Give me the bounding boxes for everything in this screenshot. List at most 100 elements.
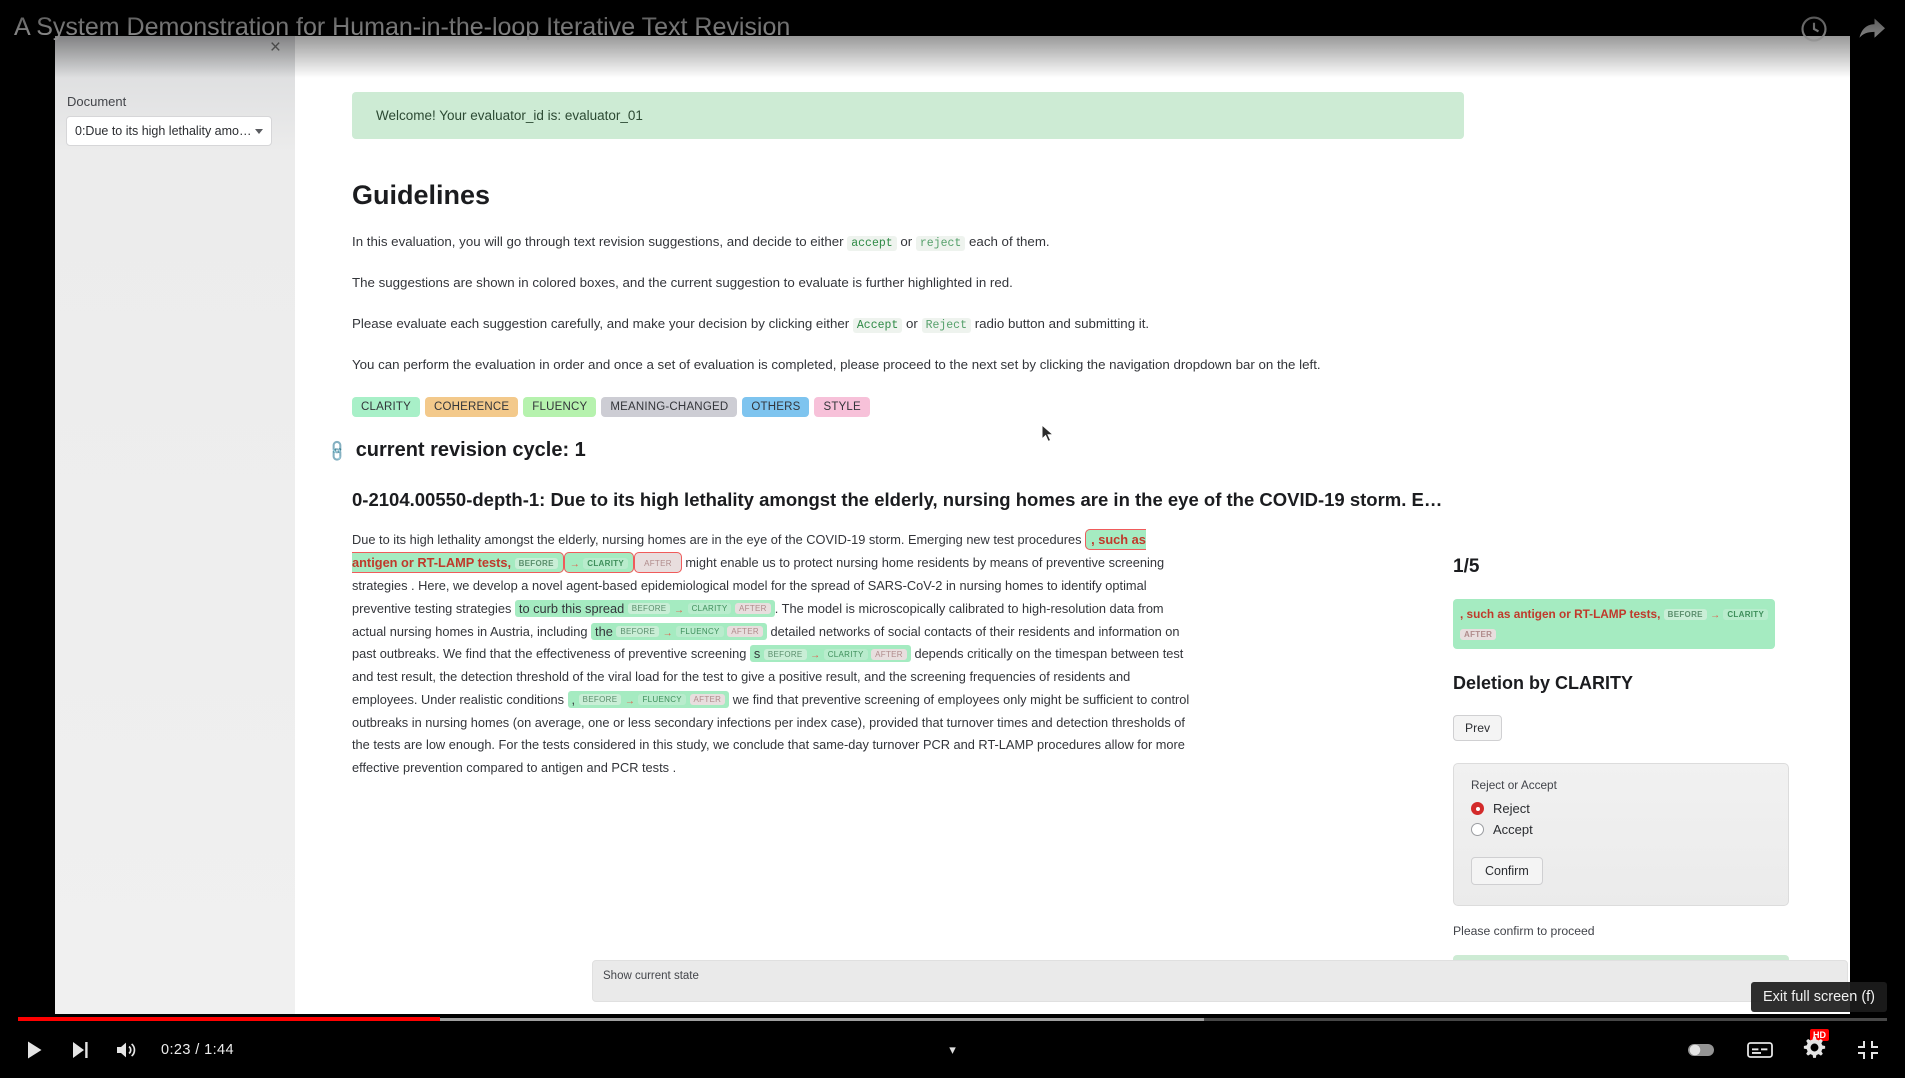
document-body: Due to its high lethality amongst the el… — [352, 529, 1190, 779]
autoplay-toggle-icon[interactable] — [1686, 1040, 1718, 1060]
current-suggestion-clarity-box[interactable]: → CLARITY — [563, 552, 635, 574]
tag-after-3: AFTER — [727, 626, 763, 638]
tag-clarity-2: CLARITY — [687, 603, 732, 615]
document-selector-label: Document — [67, 94, 127, 109]
badge-others: OTHERS — [742, 397, 810, 418]
next-video-icon[interactable] — [68, 1038, 92, 1062]
suggestion-highlight-2[interactable]: to curb this spread BEFORE → CLARITY AFT… — [514, 599, 775, 617]
tag-fluency-3: FLUENCY — [676, 626, 724, 638]
radio-option-accept[interactable]: Accept — [1471, 822, 1771, 837]
badge-style: STYLE — [814, 397, 870, 418]
suggestion-preview-box: , such as antigen or RT-LAMP tests, BEFO… — [1453, 599, 1776, 650]
badge-coherence: COHERENCE — [424, 397, 519, 418]
accept-code-chip-2: Accept — [852, 317, 903, 333]
suggestion-highlight-5[interactable]: , BEFORE → FLUENCY AFTER — [567, 690, 730, 708]
gp1-or: or — [900, 234, 913, 249]
tag-after-1: AFTER — [640, 557, 676, 569]
revision-cycle-title: current revision cycle: 1 — [355, 439, 586, 462]
arrow-right-icon-1: → — [569, 559, 580, 571]
fullscreen-tooltip: Exit full screen (f) — [1751, 982, 1887, 1012]
settings-gear-icon[interactable] — [1802, 1035, 1827, 1060]
show-current-state-panel[interactable]: Show current state — [592, 960, 1848, 1002]
radio-option-reject[interactable]: Reject — [1471, 801, 1771, 816]
tag-before-2: BEFORE — [627, 603, 671, 615]
mouse-cursor-icon — [1041, 424, 1055, 443]
gp1-text-b: each of them. — [969, 234, 1050, 249]
time-display: 0:23 / 1:44 — [161, 1042, 234, 1058]
accept-code-chip: accept — [847, 236, 897, 251]
tag-before-5: BEFORE — [578, 694, 622, 706]
arrow-right-icon-2: → — [674, 604, 685, 616]
gp3-text-b: radio button and submitting it. — [974, 315, 1150, 331]
tag-before-3: BEFORE — [616, 626, 660, 638]
operation-heading: Deletion by CLARITY — [1453, 673, 1634, 694]
radio-reject-label: Reject — [1493, 801, 1530, 817]
prev-button[interactable]: Prev — [1453, 715, 1503, 742]
share-icon[interactable] — [1857, 14, 1887, 44]
suggestion-text-5: , — [571, 691, 576, 707]
gp3-text-a: Please evaluate each suggestion carefull… — [352, 315, 850, 331]
radio-reject-indicator[interactable] — [1471, 802, 1484, 816]
tag-after-2: AFTER — [735, 603, 771, 615]
radio-accept-label: Accept — [1493, 822, 1533, 838]
evaluation-panel: 1/5 , such as antigen or RT-LAMP tests, … — [1453, 556, 1793, 1001]
document-select[interactable]: 0:Due to its high lethality amongst t… — [66, 116, 272, 146]
guidelines-paragraph-3: Please evaluate each suggestion carefull… — [352, 315, 1850, 334]
chevron-down-icon[interactable]: ▾ — [949, 1042, 956, 1058]
browser-page: × Document 0:Due to its high lethality a… — [55, 36, 1850, 1014]
progress-played — [18, 1017, 440, 1021]
proceed-hint: Please confirm to proceed — [1453, 924, 1595, 939]
reject-code-chip: reject — [915, 236, 966, 251]
link-anchor-icon[interactable]: 🔗 — [324, 438, 350, 464]
reject-accept-label: Reject or Accept — [1471, 778, 1557, 793]
suggestion-highlight-3[interactable]: the BEFORE → FLUENCY AFTER — [591, 622, 767, 640]
tag-clarity-panel: CLARITY — [1723, 609, 1769, 621]
badge-fluency: FLUENCY — [523, 397, 597, 418]
volume-icon[interactable] — [114, 1038, 139, 1062]
suggestion-highlight-4[interactable]: s BEFORE → CLARITY AFTER — [749, 645, 911, 663]
arrow-right-icon-3: → — [662, 627, 673, 639]
video-title: A System Demonstration for Human-in-the-… — [14, 13, 791, 41]
suggestion-text-2: to curb this spread — [518, 600, 625, 616]
play-icon[interactable] — [22, 1038, 46, 1062]
suggestion-text-3: the — [595, 623, 613, 639]
reject-code-chip-2: Reject — [921, 317, 971, 333]
tag-before-4: BEFORE — [763, 648, 807, 660]
intent-badge-legend: CLARITY COHERENCE FLUENCY MEANING-CHANGE… — [352, 397, 1850, 418]
main-content: Welcome! Your evaluator_id is: evaluator… — [295, 36, 1850, 1014]
player-control-bar: 0:23 / 1:44 ▾ HD — [0, 1022, 1905, 1078]
tag-after-5: AFTER — [689, 694, 726, 706]
tag-clarity-4: CLARITY — [823, 648, 868, 660]
suggestion-counter: 1/5 — [1453, 556, 1480, 577]
suggestion-text-4: s — [753, 646, 761, 662]
tag-after-4: AFTER — [871, 648, 907, 660]
gp3-or: or — [906, 315, 918, 331]
exit-fullscreen-icon[interactable] — [1855, 1038, 1881, 1062]
subtitles-icon[interactable] — [1746, 1040, 1774, 1060]
arrow-right-icon-panel: → — [1710, 610, 1721, 621]
tag-after-panel: AFTER — [1460, 629, 1497, 641]
document-title: 0-2104.00550-depth-1: Due to its high le… — [352, 489, 1443, 511]
reject-accept-box: Reject or Accept Reject Accept Confirm — [1453, 763, 1789, 907]
welcome-banner: Welcome! Your evaluator_id is: evaluator… — [352, 92, 1464, 139]
watch-later-clock-icon[interactable] — [1799, 14, 1829, 44]
confirm-button[interactable]: Confirm — [1471, 857, 1543, 886]
body-seg-1: Due to its high lethality amongst the el… — [352, 532, 1082, 548]
guidelines-paragraph-2: The suggestions are shown in colored box… — [352, 275, 1013, 291]
badge-clarity: CLARITY — [352, 397, 420, 418]
guidelines-heading: Guidelines — [352, 180, 491, 210]
guidelines-paragraph-1: In this evaluation, you will go through … — [352, 233, 1850, 252]
settings-with-quality[interactable]: HD — [1802, 1029, 1829, 1065]
badge-meaning-changed: MEANING-CHANGED — [601, 397, 738, 418]
current-suggestion-after-box[interactable]: AFTER — [634, 552, 682, 574]
guidelines-paragraph-4: You can perform the evaluation in order … — [352, 356, 1321, 372]
video-top-actions — [1799, 14, 1887, 44]
arrow-right-icon-5: → — [624, 695, 635, 707]
document-select-value: 0:Due to its high lethality amongst t… — [75, 124, 255, 138]
sidebar: × Document 0:Due to its high lethality a… — [55, 36, 296, 1014]
tag-before-panel: BEFORE — [1663, 609, 1707, 621]
tag-before-1: BEFORE — [514, 557, 558, 569]
chevron-down-icon — [255, 128, 263, 134]
arrow-right-icon-4: → — [810, 650, 821, 662]
radio-accept-indicator[interactable] — [1471, 823, 1484, 837]
